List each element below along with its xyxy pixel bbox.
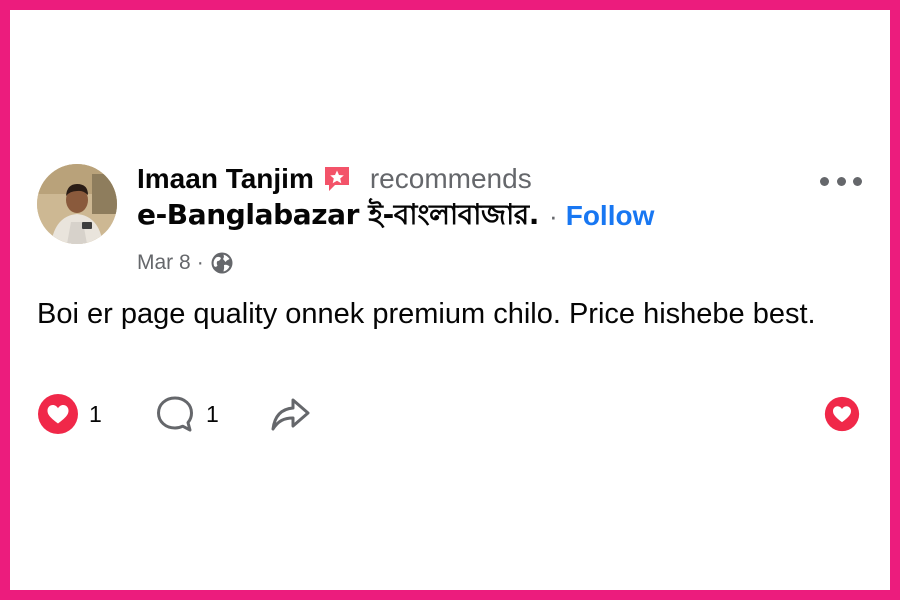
comment-count: 1 xyxy=(206,400,219,427)
reaction-count: 1 xyxy=(89,400,102,427)
page-line: e-Banglabazar ই-বাংলাবাজার. · Follow xyxy=(137,196,654,236)
author-name[interactable]: Imaan Tanjim xyxy=(137,163,314,195)
more-dot xyxy=(836,176,846,186)
meta-separator: · xyxy=(196,251,204,274)
action-bar: 1 1 xyxy=(37,390,867,438)
avatar-photo xyxy=(37,164,117,244)
post-meta: Mar 8 · xyxy=(137,248,234,278)
more-options-icon[interactable] xyxy=(820,170,862,192)
separator-dot: · xyxy=(549,200,558,231)
globe-icon xyxy=(210,251,234,275)
comment-icon xyxy=(157,396,193,432)
action-text: recommends xyxy=(369,163,532,194)
love-reaction-icon[interactable] xyxy=(824,396,860,432)
recommend-star-icon xyxy=(322,164,352,194)
post-body: Boi er page quality onnek premium chilo.… xyxy=(37,298,816,330)
follow-button[interactable]: Follow xyxy=(566,200,655,232)
more-dot xyxy=(820,176,829,186)
share-icon xyxy=(271,398,310,431)
reaction-button[interactable]: 1 xyxy=(37,390,102,438)
comment-button[interactable]: 1 xyxy=(154,390,219,438)
post-date[interactable]: Mar 8 xyxy=(137,251,191,275)
share-button[interactable] xyxy=(269,390,313,438)
more-dot xyxy=(853,176,862,186)
love-reaction-icon xyxy=(38,394,78,434)
page-name[interactable]: e-Banglabazar ই-বাংলাবাজার. xyxy=(137,193,539,240)
avatar[interactable] xyxy=(37,164,117,244)
